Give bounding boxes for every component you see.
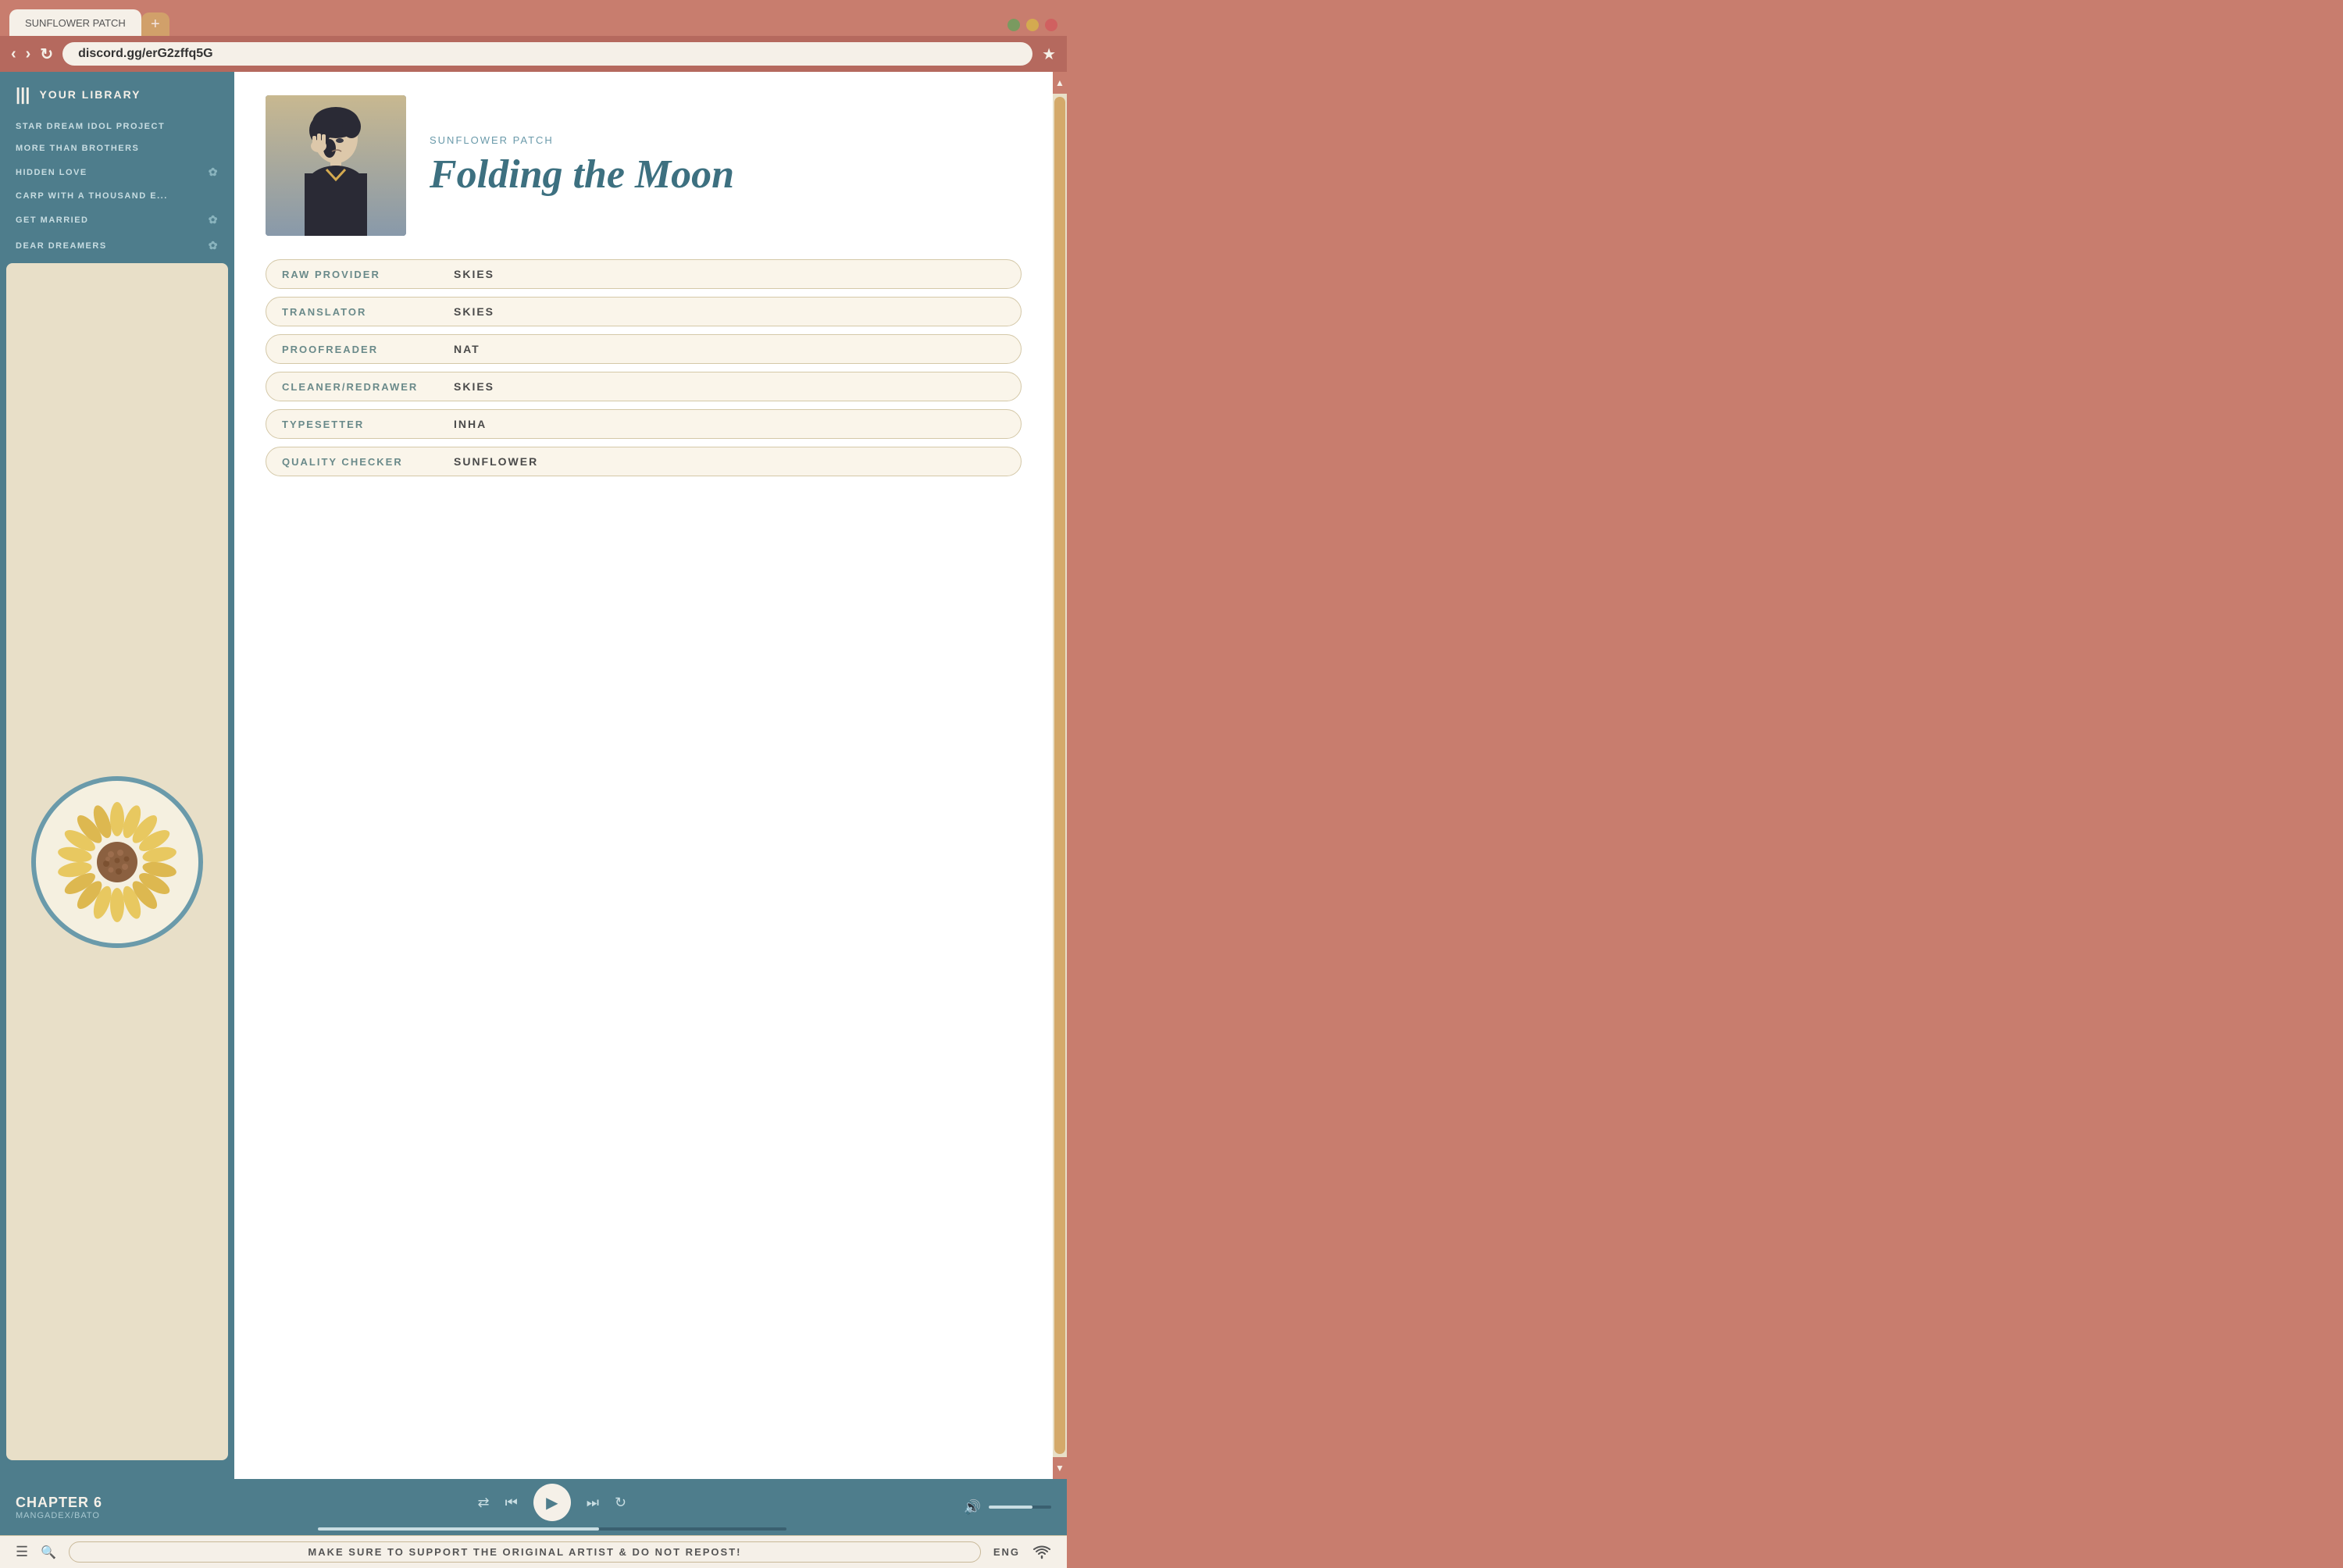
scrollbar-up-button[interactable]: ▲	[1053, 72, 1067, 94]
address-bar[interactable]	[62, 42, 1032, 66]
hamburger-menu-icon[interactable]: ☰	[16, 1544, 28, 1560]
controls-row: ⇄ ⏮ ▶ ⏭ ↻	[477, 1484, 626, 1521]
volume-area: 🔊	[964, 1499, 1051, 1516]
forward-button[interactable]: ›	[26, 45, 31, 63]
sunflower-circle	[31, 776, 203, 948]
player-bar: CHAPTER 6 MANGADEX/BATO ⇄ ⏮ ▶ ⏭ ↻ 🔊	[0, 1479, 1067, 1535]
credit-value-translator: SKIES	[454, 305, 494, 318]
new-tab-button[interactable]: +	[141, 12, 169, 36]
credit-label-proofreader: PROOFREADER	[282, 344, 438, 355]
chapter-sub: MANGADEX/BATO	[16, 1511, 141, 1520]
minimize-button[interactable]	[1007, 19, 1020, 31]
language-selector[interactable]: ENG	[993, 1546, 1020, 1558]
prev-button[interactable]: ⏮	[505, 1495, 518, 1511]
player-controls: ⇄ ⏮ ▶ ⏭ ↻	[153, 1484, 951, 1531]
credit-row-raw: RAW PROVIDER SKIES	[266, 259, 1022, 289]
credit-value-proofreader: NAT	[454, 343, 480, 355]
next-button[interactable]: ⏭	[587, 1495, 599, 1511]
sidebar-item-label: CARP WITH A THOUSAND E...	[16, 191, 168, 201]
credit-row-qc: QUALITY CHECKER SUNFLOWER	[266, 447, 1022, 476]
sidebar-header: ||| YOUR LIBRARY	[0, 84, 234, 117]
sidebar-item-label: STAR DREAM IDOL PROJECT	[16, 122, 165, 131]
credit-row-translator: TRANSLATOR SKIES	[266, 297, 1022, 326]
progress-bar[interactable]	[318, 1527, 786, 1531]
sidebar-item-hidden-love[interactable]: HIDDEN LOVE ✿	[16, 161, 219, 184]
credit-label-raw: RAW PROVIDER	[282, 269, 438, 280]
bookmark-icon[interactable]: ★	[1042, 45, 1056, 64]
volume-icon: 🔊	[964, 1499, 981, 1516]
credit-row-proofreader: PROOFREADER NAT	[266, 334, 1022, 364]
credits-grid: RAW PROVIDER SKIES TRANSLATOR SKIES PROO…	[266, 259, 1022, 476]
navigation-bar: ‹ › ↻ ★	[0, 36, 1067, 72]
credit-label-qc: QUALITY CHECKER	[282, 456, 438, 468]
sidebar-list: STAR DREAM IDOL PROJECT MORE THAN BROTHE…	[0, 117, 234, 257]
manga-title: Folding the Moon	[430, 152, 734, 197]
sidebar-item-carp[interactable]: CARP WITH A THOUSAND E...	[16, 187, 219, 205]
volume-fill	[989, 1506, 1032, 1509]
wifi-icon	[1032, 1545, 1051, 1559]
credit-value-raw: SKIES	[454, 268, 494, 280]
credit-label-typesetter: TYPESETTER	[282, 419, 438, 430]
sunflower-svg	[55, 800, 180, 925]
bottom-bar: ☰ 🔍 MAKE SURE TO SUPPORT THE ORIGINAL AR…	[0, 1535, 1067, 1568]
manga-info: SUNFLOWER PATCH Folding the Moon	[430, 95, 734, 236]
back-button[interactable]: ‹	[11, 45, 16, 63]
tab-label: SUNFLOWER PATCH	[25, 17, 126, 29]
manga-header: SUNFLOWER PATCH Folding the Moon	[266, 95, 1022, 236]
sidebar-item-label: MORE THAN BROTHERS	[16, 144, 139, 153]
scrollbar-down-icon: ▼	[1055, 1463, 1065, 1474]
player-chapter-info: CHAPTER 6 MANGADEX/BATO	[16, 1495, 141, 1520]
cover-art	[266, 95, 406, 236]
heart-icon: ✿	[209, 166, 219, 179]
chapter-title: CHAPTER 6	[16, 1495, 141, 1511]
sidebar-item-get-married[interactable]: GET MARRIED ✿	[16, 208, 219, 231]
scrollbar-down-button[interactable]: ▼	[1053, 1457, 1067, 1479]
bottom-notice: MAKE SURE TO SUPPORT THE ORIGINAL ARTIST…	[69, 1541, 981, 1563]
progress-fill	[318, 1527, 599, 1531]
sidebar-logo-area	[6, 263, 228, 1460]
scanlation-group: SUNFLOWER PATCH	[430, 134, 734, 146]
sidebar-title: YOUR LIBRARY	[39, 88, 141, 101]
refresh-button[interactable]: ↻	[40, 45, 53, 64]
manga-cover	[266, 95, 406, 236]
credit-value-qc: SUNFLOWER	[454, 455, 538, 468]
scrollbar-up-icon: ▲	[1055, 77, 1065, 88]
play-button[interactable]: ▶	[533, 1484, 571, 1521]
heart-icon-2: ✿	[209, 213, 219, 226]
library-icon: |||	[16, 84, 30, 105]
window-controls	[1007, 19, 1057, 36]
new-tab-icon: +	[151, 16, 160, 34]
search-icon[interactable]: 🔍	[41, 1545, 56, 1560]
heart-icon-3: ✿	[209, 239, 219, 252]
content-area: SUNFLOWER PATCH Folding the Moon RAW PRO…	[234, 72, 1053, 1479]
sidebar-item-more-than-brothers[interactable]: MORE THAN BROTHERS	[16, 139, 219, 158]
close-button[interactable]	[1045, 19, 1057, 31]
volume-slider[interactable]	[989, 1506, 1051, 1509]
scrollbar-thumb[interactable]	[1054, 97, 1065, 1454]
sidebar: ||| YOUR LIBRARY STAR DREAM IDOL PROJECT…	[0, 72, 234, 1479]
sidebar-item-label: HIDDEN LOVE	[16, 168, 87, 177]
active-tab[interactable]: SUNFLOWER PATCH	[9, 9, 141, 36]
sidebar-item-label: GET MARRIED	[16, 216, 89, 225]
credit-value-cleaner: SKIES	[454, 380, 494, 393]
credit-row-typesetter: TYPESETTER INHA	[266, 409, 1022, 439]
sidebar-item-dear-dreamers[interactable]: DEAR DREAMERS ✿	[16, 234, 219, 257]
sidebar-item-star-dream[interactable]: STAR DREAM IDOL PROJECT	[16, 117, 219, 136]
maximize-button[interactable]	[1026, 19, 1039, 31]
scrollbar: ▲ ▼	[1053, 72, 1067, 1479]
sidebar-item-label: DEAR DREAMERS	[16, 241, 107, 251]
credit-value-typesetter: INHA	[454, 418, 487, 430]
repeat-button[interactable]: ↻	[615, 1495, 626, 1511]
shuffle-button[interactable]: ⇄	[477, 1495, 489, 1511]
credit-label-cleaner: CLEANER/REDRAWER	[282, 381, 438, 393]
credit-row-cleaner: CLEANER/REDRAWER SKIES	[266, 372, 1022, 401]
credit-label-translator: TRANSLATOR	[282, 306, 438, 318]
play-icon: ▶	[546, 1493, 558, 1513]
